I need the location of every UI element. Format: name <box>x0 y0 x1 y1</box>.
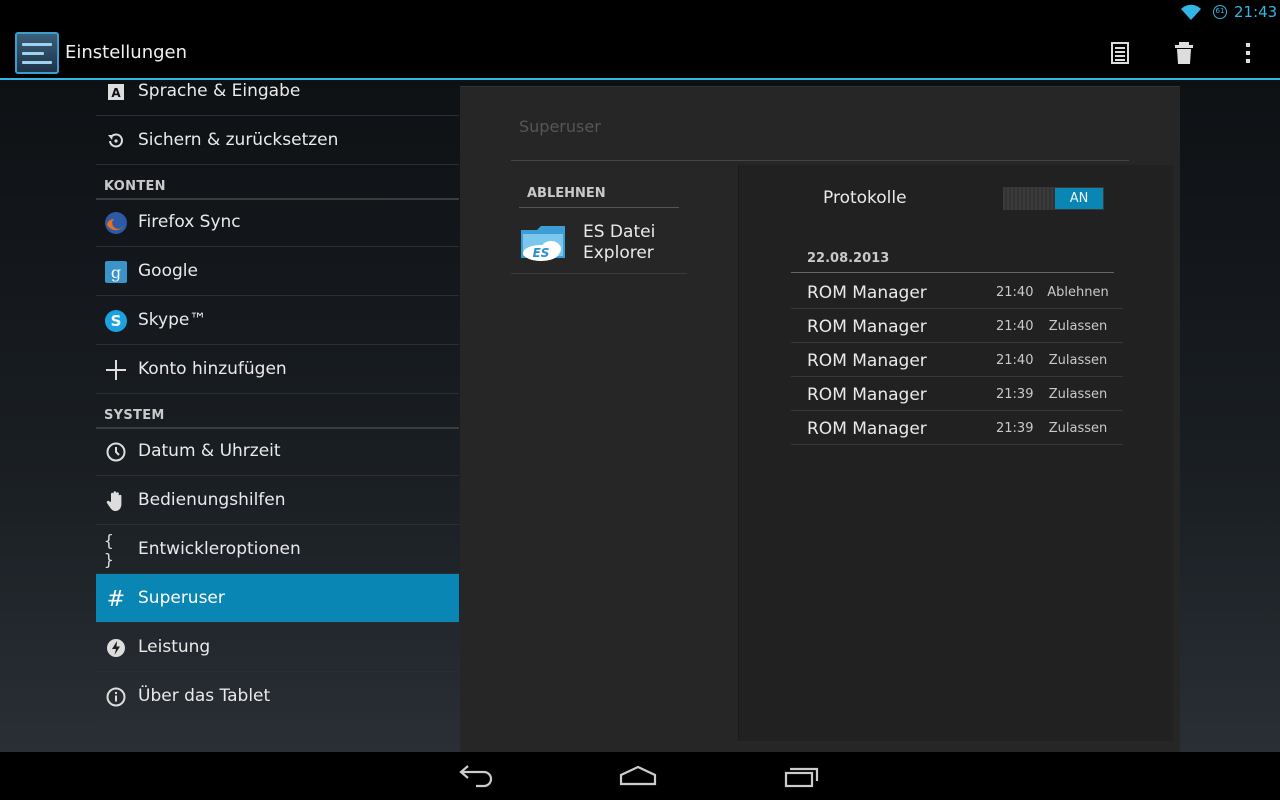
page-title: Einstellungen <box>65 42 188 63</box>
trash-icon[interactable] <box>1170 39 1198 67</box>
log-entry-app: ROM Manager <box>807 283 927 303</box>
google-icon: g <box>104 260 128 284</box>
log-entry-app: ROM Manager <box>807 351 927 371</box>
log-entry-time: 21:39 <box>996 387 1034 402</box>
log-label: Protokolle <box>823 188 907 208</box>
log-toggle[interactable]: AN <box>1003 187 1104 210</box>
settings-item-firefox-sync[interactable]: Firefox Sync <box>96 198 459 247</box>
es-file-explorer-icon: ES <box>521 226 565 261</box>
panel-divider <box>511 160 1129 161</box>
language-icon: A <box>104 80 128 104</box>
log-entry-app: ROM Manager <box>807 317 927 337</box>
settings-item-superuser[interactable]: # Superuser <box>96 574 459 623</box>
settings-item-google[interactable]: g Google <box>96 247 459 296</box>
clock: 21:43 <box>1234 3 1278 21</box>
clock-icon <box>104 440 128 464</box>
settings-item-label: Sichern & zurücksetzen <box>138 130 339 150</box>
denied-app-name-line1: ES Datei <box>583 222 656 242</box>
info-icon <box>104 685 128 709</box>
log-entry[interactable]: ROM Manager 21:40 Zulassen <box>791 343 1123 377</box>
settings-item-backup[interactable]: Sichern & zurücksetzen <box>96 116 459 165</box>
toggle-on-label: AN <box>1055 188 1103 209</box>
settings-item-label: Konto hinzufügen <box>138 359 287 379</box>
log-entry-time: 21:39 <box>996 421 1034 436</box>
denied-app-name-line2: Explorer <box>583 243 654 263</box>
settings-item-developer[interactable]: { } Entwickleroptionen <box>96 525 459 574</box>
settings-item-language[interactable]: A Sprache & Eingabe <box>96 67 459 116</box>
settings-app-icon[interactable] <box>15 32 59 74</box>
svg-text:ES: ES <box>533 246 550 260</box>
settings-item-datetime[interactable]: Datum & Uhrzeit <box>96 427 459 476</box>
settings-item-performance[interactable]: Leistung <box>96 623 459 672</box>
log-entry-app: ROM Manager <box>807 419 927 439</box>
settings-item-label: Leistung <box>138 637 211 657</box>
log-entry-time: 21:40 <box>996 353 1034 368</box>
firefox-icon <box>104 211 128 235</box>
section-header-label: KONTEN <box>104 179 166 194</box>
back-icon[interactable] <box>456 762 496 790</box>
home-icon[interactable] <box>618 762 658 790</box>
wifi-icon <box>1181 4 1201 20</box>
settings-item-about[interactable]: Über das Tablet <box>96 672 459 721</box>
log-entry[interactable]: ROM Manager 21:39 Zulassen <box>791 411 1123 445</box>
status-bar: 61 21:43 <box>0 0 1280 25</box>
panel-title: Superuser <box>519 117 601 136</box>
settings-item-label: Sprache & Eingabe <box>138 81 301 101</box>
log-entry-result: Zulassen <box>1048 353 1108 368</box>
denied-apps-header-label: ABLEHNEN <box>527 186 606 201</box>
denied-app-name: ES Datei Explorer <box>583 222 683 264</box>
settings-item-label: Google <box>138 261 198 281</box>
section-header-label: SYSTEM <box>104 408 165 423</box>
section-header-system: SYSTEM <box>96 394 459 429</box>
settings-item-label: Skype™ <box>138 310 207 330</box>
svg-text:g: g <box>111 263 121 282</box>
log-entry-app: ROM Manager <box>807 385 927 405</box>
log-entry-result: Zulassen <box>1048 319 1108 334</box>
backup-restore-icon <box>104 129 128 153</box>
log-entry-result: Zulassen <box>1048 421 1108 436</box>
settings-item-label: Datum & Uhrzeit <box>138 441 281 461</box>
settings-list: A Sprache & Eingabe Sichern & zurücksetz… <box>96 80 459 752</box>
settings-item-label: Über das Tablet <box>138 686 271 706</box>
hand-icon <box>104 489 128 513</box>
log-date-header: 22.08.2013 <box>791 245 1114 273</box>
log-entry-time: 21:40 <box>996 285 1034 300</box>
section-header-accounts: KONTEN <box>96 165 459 200</box>
log-entry[interactable]: ROM Manager 21:40 Zulassen <box>791 309 1123 343</box>
list-icon[interactable] <box>1106 39 1134 67</box>
settings-item-label: Entwickleroptionen <box>138 539 301 559</box>
navigation-bar <box>0 752 1280 800</box>
settings-item-label: Superuser <box>138 588 225 608</box>
settings-item-add-account[interactable]: Konto hinzufügen <box>96 345 459 394</box>
log-entry-result: Zulassen <box>1048 387 1108 402</box>
battery-icon: 61 <box>1213 5 1227 19</box>
denied-app-es-explorer[interactable]: ES ES Datei Explorer <box>511 210 687 274</box>
recent-apps-icon[interactable] <box>782 762 822 790</box>
log-entry[interactable]: ROM Manager 21:39 Zulassen <box>791 377 1123 411</box>
log-entry-time: 21:40 <box>996 319 1034 334</box>
plus-icon <box>104 358 128 382</box>
braces-icon: { } <box>104 531 114 569</box>
svg-text:S: S <box>111 312 122 330</box>
log-entry[interactable]: ROM Manager 21:40 Ablehnen <box>791 275 1123 309</box>
settings-item-label: Firefox Sync <box>138 212 241 232</box>
skype-icon: S <box>104 309 128 333</box>
settings-item-label: Bedienungshilfen <box>138 490 286 510</box>
denied-apps-header: ABLEHNEN <box>519 180 679 208</box>
performance-icon <box>104 636 128 660</box>
settings-item-skype[interactable]: S Skype™ <box>96 296 459 345</box>
log-entry-result: Ablehnen <box>1047 285 1109 300</box>
log-date-label: 22.08.2013 <box>807 251 890 266</box>
settings-item-accessibility[interactable]: Bedienungshilfen <box>96 476 459 525</box>
hash-icon: # <box>106 586 126 612</box>
svg-text:A: A <box>111 86 121 100</box>
log-panel: Protokolle AN 22.08.2013 ROM Manager 21:… <box>738 165 1173 741</box>
overflow-menu-icon[interactable] <box>1234 39 1262 67</box>
